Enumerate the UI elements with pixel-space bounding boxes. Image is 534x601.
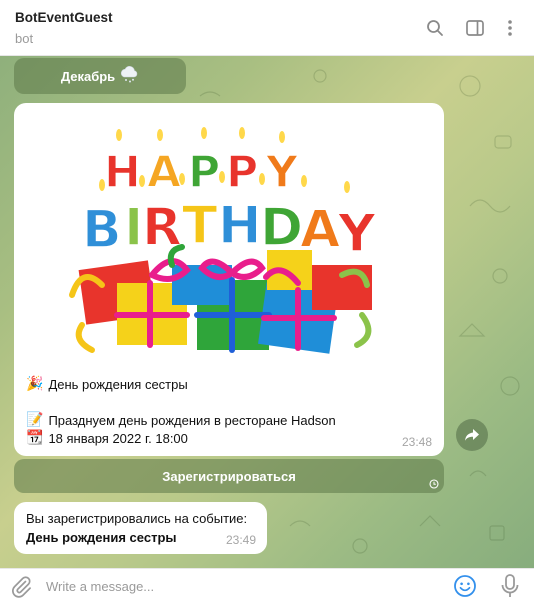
event-date: 18 января 2022 г. 18:00 — [48, 430, 188, 446]
search-icon[interactable] — [423, 16, 447, 40]
event-title-line: 🎉 День рождения сестры — [26, 376, 188, 392]
svg-text:P: P — [188, 147, 220, 198]
event-description: Празднуем день рождения в ресторане Hads… — [48, 412, 336, 428]
confirmation-time: 23:49 — [225, 533, 256, 547]
confirmation-message: Вы зарегистрировались на событие: День р… — [14, 502, 267, 554]
more-menu-icon[interactable] — [498, 16, 522, 40]
event-title: День рождения сестры — [48, 376, 188, 392]
paperclip-icon[interactable] — [9, 574, 33, 598]
chat-header: BotEventGuest bot — [0, 0, 534, 56]
party-popper-icon: 🎉 — [26, 376, 44, 392]
svg-text:I: I — [124, 198, 143, 258]
chat-status: bot — [15, 31, 34, 46]
message-input-bar — [0, 568, 534, 601]
svg-text:T: T — [182, 196, 218, 256]
svg-text:D: D — [260, 198, 303, 258]
event-message: H A P P Y B I R T H D A Y 🎉 День рождени… — [14, 103, 444, 456]
svg-text:H: H — [104, 147, 141, 198]
svg-text:P: P — [226, 147, 258, 198]
sidebar-toggle-icon[interactable] — [463, 16, 487, 40]
month-label: Декабрь — [60, 68, 116, 84]
birthday-image[interactable]: H A P P Y B I R T H D A Y — [42, 125, 392, 365]
confirmation-text: Вы зарегистрировались на событие: — [26, 511, 248, 526]
calendar-icon: 📆 — [26, 430, 44, 446]
month-button[interactable]: Декабрь — [14, 58, 186, 94]
cloud-snow-icon — [119, 65, 139, 87]
svg-text:B: B — [82, 200, 122, 260]
register-button[interactable]: Зарегистрироваться — [14, 459, 444, 493]
confirmation-event-name: День рождения сестры — [26, 530, 177, 545]
forward-button[interactable] — [456, 419, 488, 451]
event-description-line: 📝 Празднуем день рождения в ресторане Ha… — [26, 412, 336, 428]
event-date-line: 📆 18 января 2022 г. 18:00 — [26, 430, 188, 446]
svg-text:H: H — [218, 196, 262, 256]
svg-text:Y: Y — [265, 147, 299, 198]
message-input[interactable] — [46, 573, 426, 599]
microphone-icon[interactable] — [498, 573, 522, 599]
forward-arrow-icon — [465, 429, 479, 441]
svg-text:A: A — [147, 147, 181, 198]
svg-text:Y: Y — [337, 204, 377, 264]
register-button-label: Зарегистрироваться — [162, 468, 296, 484]
clock-icon — [429, 479, 439, 489]
event-message-time: 23:48 — [401, 435, 432, 449]
memo-icon: 📝 — [26, 412, 44, 428]
chat-area: Декабрь H A P P Y B I R T H D A Y 🎉 День… — [0, 56, 534, 568]
chat-title[interactable]: BotEventGuest — [15, 10, 113, 25]
emoji-icon[interactable] — [453, 574, 477, 598]
